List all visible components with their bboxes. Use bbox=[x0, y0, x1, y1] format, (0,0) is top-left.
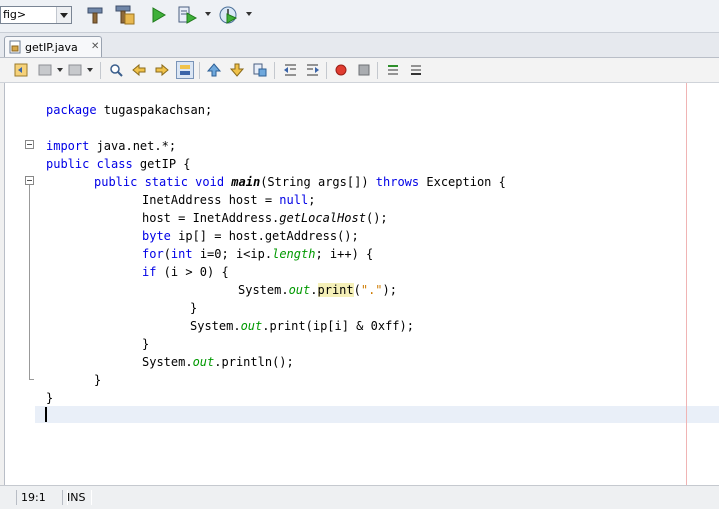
profile-icon[interactable] bbox=[217, 4, 239, 26]
stop-macro-recording-icon[interactable] bbox=[355, 61, 373, 79]
java-file-icon bbox=[9, 40, 22, 57]
debug-dropdown-icon[interactable] bbox=[205, 12, 211, 16]
tab-getip-java[interactable]: getIP.java ✕ bbox=[4, 36, 102, 57]
code-line-12: } bbox=[190, 301, 198, 315]
main-toolbar: fig> bbox=[0, 0, 719, 33]
chevron-down-icon[interactable] bbox=[56, 7, 71, 23]
back-dropdown-icon[interactable] bbox=[57, 68, 63, 72]
last-edit-icon[interactable] bbox=[12, 61, 30, 79]
toolbar-separator bbox=[326, 62, 327, 79]
code-line-13: System.out.print(ip[i] & 0xff); bbox=[190, 319, 414, 333]
close-icon[interactable]: ✕ bbox=[91, 41, 99, 52]
toolbar-separator bbox=[100, 62, 101, 79]
text-caret bbox=[45, 407, 47, 422]
current-line-highlight bbox=[35, 406, 719, 423]
code-line-11: System.out.print("."); bbox=[238, 283, 397, 297]
toolbar-separator bbox=[274, 62, 275, 79]
fold-guide bbox=[29, 185, 30, 379]
code-line-16: } bbox=[94, 373, 102, 387]
toggle-highlight-search-icon[interactable] bbox=[176, 61, 194, 79]
code-line-8: byte ip[] = host.getAddress(); bbox=[142, 229, 359, 243]
forward-dropdown-icon[interactable] bbox=[87, 68, 93, 72]
code-line-3: import java.net.*; bbox=[46, 139, 177, 153]
shift-left-icon[interactable] bbox=[281, 61, 299, 79]
code-editor[interactable]: package tugaspakachsan; import java.net.… bbox=[4, 83, 719, 485]
uncomment-icon[interactable] bbox=[407, 61, 425, 79]
start-macro-recording-icon[interactable] bbox=[332, 61, 350, 79]
code-line-14: } bbox=[142, 337, 150, 351]
toolbar-separator bbox=[377, 62, 378, 79]
find-next-icon[interactable] bbox=[153, 61, 171, 79]
code-line-4: public class getIP { bbox=[46, 157, 191, 171]
code-line-17: } bbox=[46, 391, 54, 405]
fold-icon[interactable] bbox=[25, 140, 34, 149]
clean-build-icon[interactable] bbox=[84, 4, 106, 26]
profile-dropdown-icon[interactable] bbox=[246, 12, 252, 16]
insert-mode: INS bbox=[62, 490, 92, 505]
code-line-5: public static void main(String args[]) t… bbox=[94, 175, 506, 189]
right-margin-line bbox=[686, 83, 687, 485]
configuration-combo[interactable]: fig> bbox=[0, 6, 72, 24]
next-bookmark-icon[interactable] bbox=[228, 61, 246, 79]
debug-icon[interactable] bbox=[176, 4, 198, 26]
code-line-15: System.out.println(); bbox=[142, 355, 294, 369]
build-icon[interactable] bbox=[114, 4, 136, 26]
run-icon[interactable] bbox=[147, 4, 169, 26]
find-previous-icon[interactable] bbox=[130, 61, 148, 79]
editor-toolbar bbox=[0, 57, 719, 83]
forward-icon[interactable] bbox=[66, 61, 84, 79]
comment-icon[interactable] bbox=[384, 61, 402, 79]
tab-label: getIP.java bbox=[25, 41, 78, 54]
previous-bookmark-icon[interactable] bbox=[205, 61, 223, 79]
code-line-9: for(int i=0; i<ip.length; i++) { bbox=[142, 247, 374, 261]
editor-tab-row: getIP.java ✕ bbox=[0, 33, 719, 57]
status-bar: 19:1 INS bbox=[0, 485, 719, 509]
fold-guide-end bbox=[29, 379, 34, 380]
code-line-1: package tugaspakachsan; bbox=[46, 103, 213, 117]
code-line-10: if (i > 0) { bbox=[142, 265, 229, 279]
configuration-combo-value: fig> bbox=[3, 8, 27, 21]
find-selection-icon[interactable] bbox=[107, 61, 125, 79]
caret-position: 19:1 bbox=[16, 490, 68, 505]
toggle-bookmark-icon[interactable] bbox=[251, 61, 269, 79]
fold-icon[interactable] bbox=[25, 176, 34, 185]
code-line-6: InetAddress host = null; bbox=[142, 193, 316, 207]
shift-right-icon[interactable] bbox=[304, 61, 322, 79]
back-icon[interactable] bbox=[36, 61, 54, 79]
code-line-7: host = InetAddress.getLocalHost(); bbox=[142, 211, 388, 225]
toolbar-separator bbox=[199, 62, 200, 79]
